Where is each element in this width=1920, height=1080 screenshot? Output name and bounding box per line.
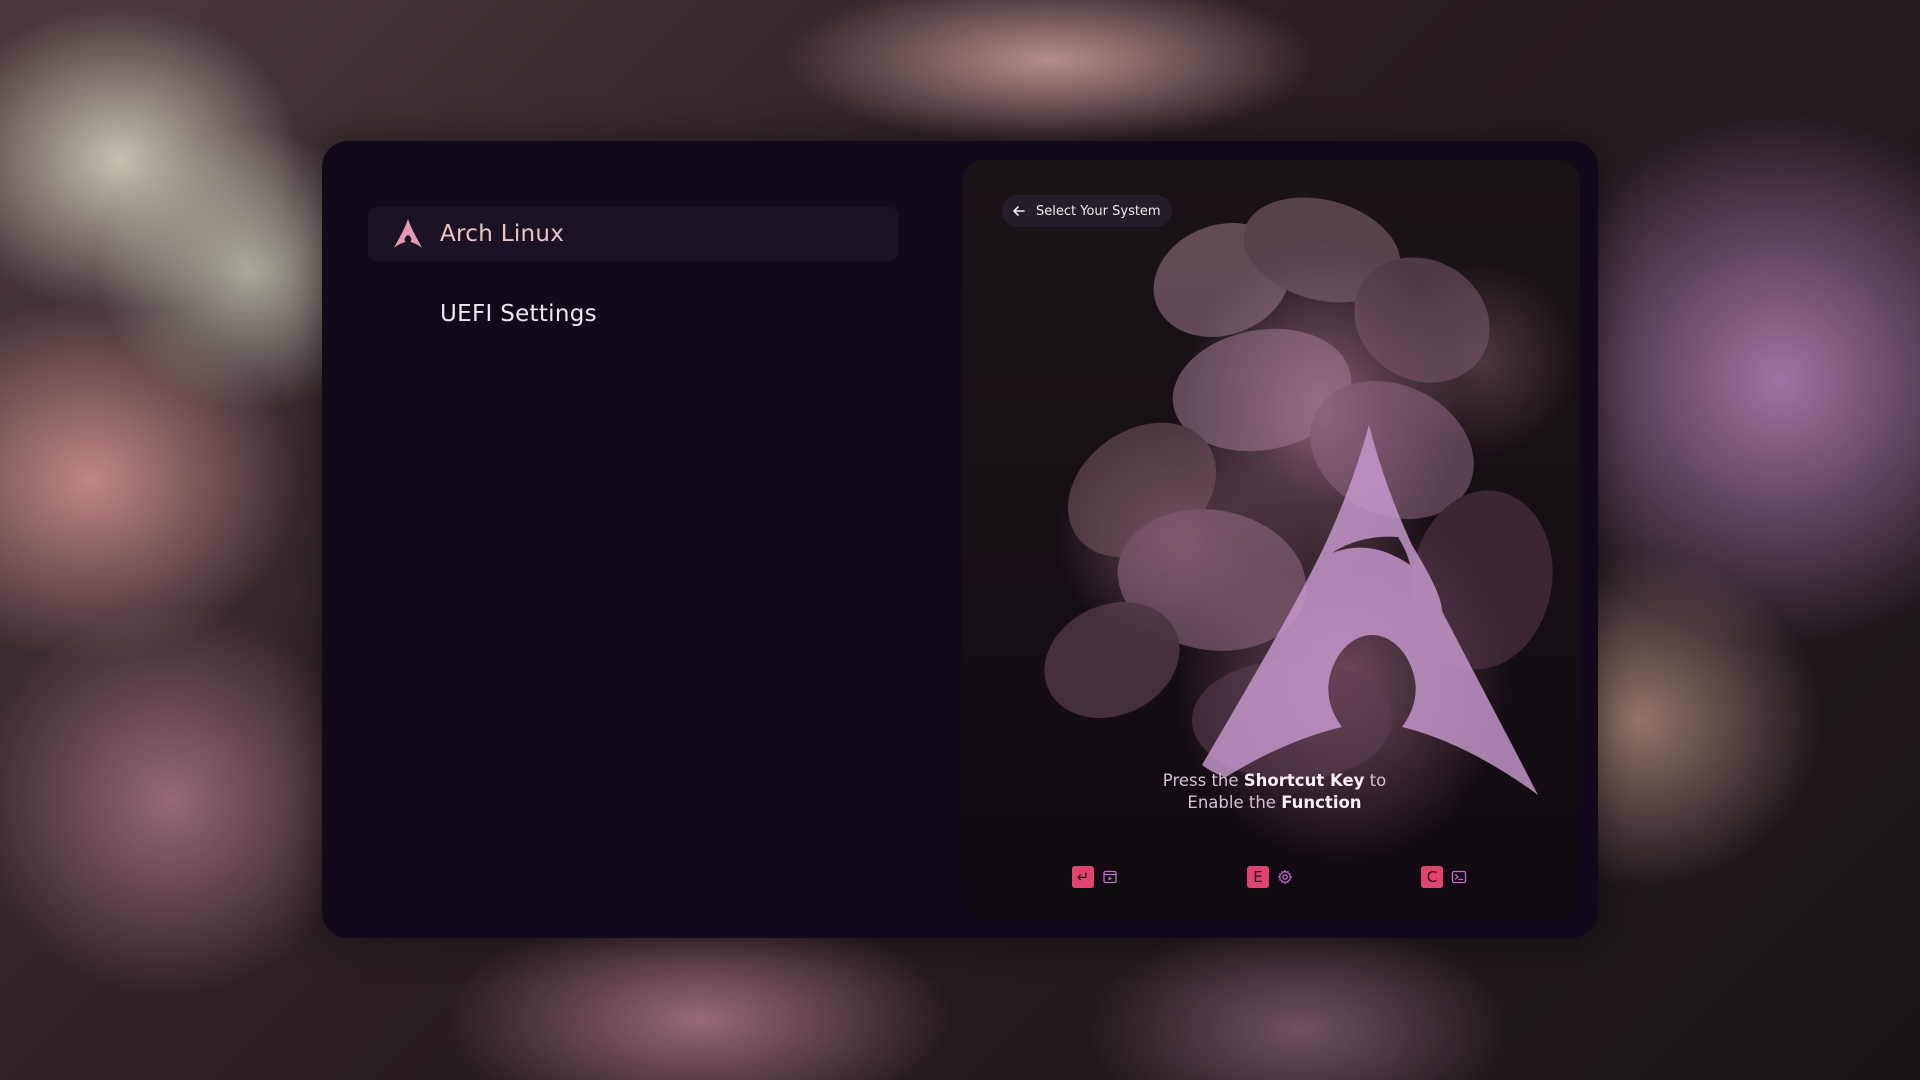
shortcut-console: C (1421, 865, 1467, 889)
arch-logo-icon (393, 218, 423, 248)
hint-text: Press the (1162, 771, 1244, 790)
boot-entry-list: Arch Linux UEFI Settings (368, 207, 898, 341)
c-key[interactable]: C (1421, 866, 1443, 888)
shortcut-edit: E (1247, 865, 1293, 889)
back-label: Select Your System (1036, 203, 1161, 219)
enter-key[interactable]: ↵ (1072, 866, 1094, 888)
terminal-icon (1451, 870, 1467, 884)
boot-window-icon (1103, 870, 1117, 884)
hint-text: Enable the (1187, 793, 1282, 812)
shortcut-boot: ↵ (1072, 865, 1118, 889)
boot-entry-label: Arch Linux (440, 221, 565, 247)
arrow-left-icon (1013, 206, 1025, 216)
select-system-back-button[interactable]: Select Your System (1002, 195, 1172, 227)
arch-logo-icon (1202, 425, 1538, 795)
gear-icon (1277, 869, 1293, 885)
boot-entry-arch-linux[interactable]: Arch Linux (368, 207, 898, 261)
hint-bold-shortcut-key: Shortcut Key (1243, 771, 1365, 790)
preview-panel: Select Your System Press the Shortcut Ke… (962, 160, 1580, 920)
shortcut-hint: Press the Shortcut Key to Enable the Fun… (1092, 770, 1457, 814)
boot-entry-label: UEFI Settings (440, 301, 597, 327)
e-key[interactable]: E (1247, 866, 1269, 888)
boot-entry-uefi-settings[interactable]: UEFI Settings (368, 287, 898, 341)
hint-bold-function: Function (1281, 793, 1362, 812)
hint-text: to (1364, 771, 1387, 790)
boot-menu-window: Arch Linux UEFI Settings Select Your Sys… (322, 141, 1598, 938)
